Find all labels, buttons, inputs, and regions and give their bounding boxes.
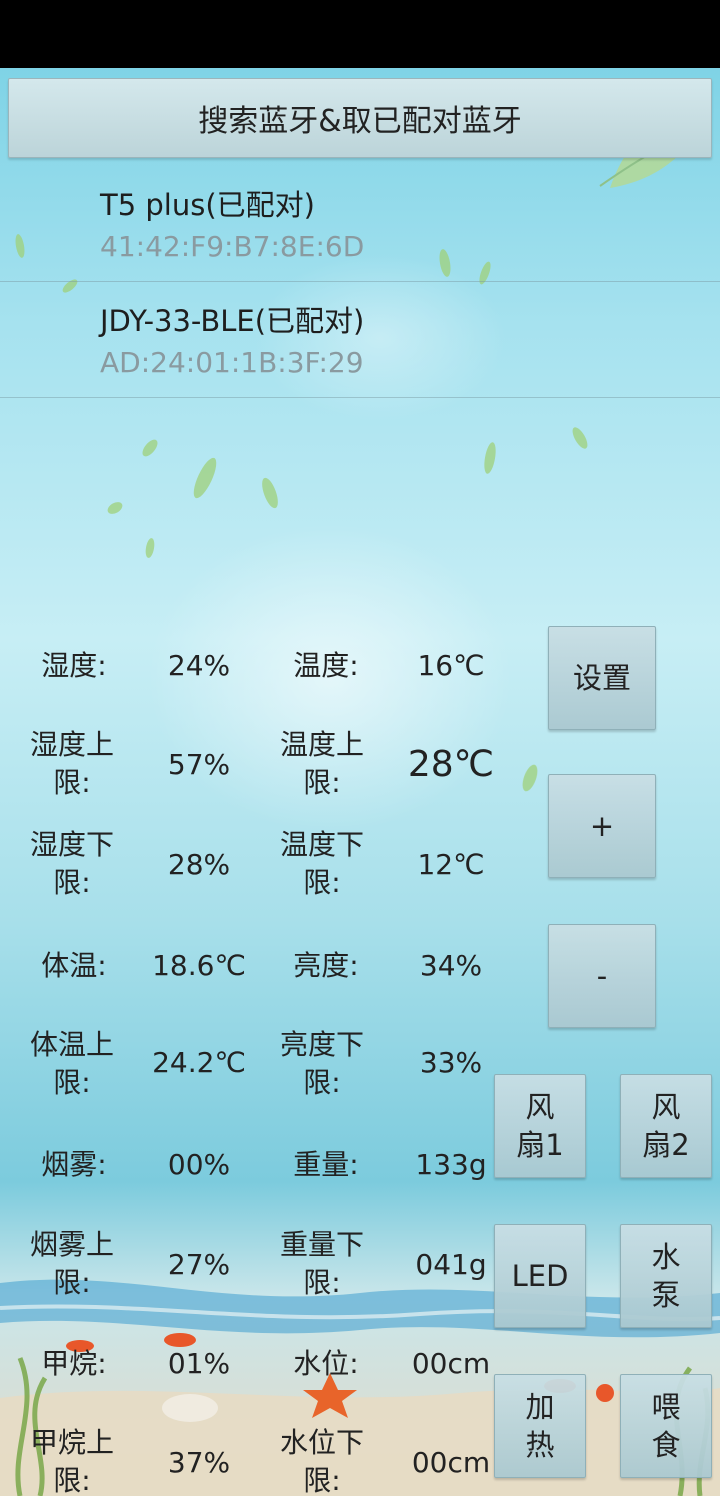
fan2-button[interactable]: 风 扇2: [620, 1074, 712, 1178]
decrease-button[interactable]: -: [548, 924, 656, 1028]
body-temp-upper-label: 体温上 限:: [29, 1028, 114, 1099]
methane-upper-label: 甲烷上 限:: [29, 1426, 114, 1496]
led-button[interactable]: LED: [494, 1224, 586, 1328]
temperature-lower-value: 12℃: [417, 848, 485, 881]
humidity-upper-label: 湿度上 限:: [29, 728, 114, 799]
methane-value: 01%: [167, 1347, 231, 1380]
water-level-value: 00cm: [411, 1347, 491, 1380]
smoke-upper-label: 烟雾上 限:: [29, 1228, 114, 1299]
brightness-lower-label: 亮度下 限:: [279, 1028, 364, 1099]
temperature-upper-value: 28℃: [407, 744, 495, 785]
methane-upper-value: 37%: [167, 1446, 231, 1479]
temperature-value: 16℃: [417, 649, 485, 682]
device-name: JDY-33-BLE(已配对): [100, 304, 365, 338]
humidity-lower-label: 湿度下 限:: [29, 828, 114, 899]
heat-button[interactable]: 加 热: [494, 1374, 586, 1478]
humidity-value: 24%: [167, 649, 231, 682]
humidity-label: 湿度:: [41, 649, 107, 682]
brightness-value: 34%: [419, 949, 483, 982]
humidity-upper-value: 57%: [167, 748, 231, 781]
weight-lower-label: 重量下 限:: [279, 1228, 364, 1299]
methane-label: 甲烷:: [41, 1347, 107, 1380]
weight-lower-value: 041g: [415, 1248, 487, 1281]
pump-button[interactable]: 水 泵: [620, 1224, 712, 1328]
smoke-value: 00%: [167, 1148, 231, 1181]
weight-value: 133g: [415, 1148, 487, 1181]
app-screen: 搜索蓝牙&取已配对蓝牙 T5 plus(已配对) 41:42:F9:B7:8E:…: [0, 68, 720, 1496]
humidity-lower-value: 28%: [167, 848, 231, 881]
temperature-lower-label: 温度下 限:: [279, 828, 364, 899]
body-temp-upper-value: 24.2℃: [152, 1046, 246, 1079]
status-bar: [0, 0, 720, 68]
weight-label: 重量:: [293, 1148, 359, 1181]
fan1-button[interactable]: 风 扇1: [494, 1074, 586, 1178]
shell: [162, 1394, 218, 1422]
body-temp-value: 18.6℃: [152, 949, 246, 982]
device-mac: AD:24:01:1B:3F:29: [100, 346, 364, 379]
device-list-item[interactable]: JDY-33-BLE(已配对) AD:24:01:1B:3F:29: [0, 282, 720, 398]
body-temp-label: 体温:: [41, 949, 107, 982]
device-name: T5 plus(已配对): [100, 188, 315, 222]
water-level-label: 水位:: [293, 1347, 359, 1380]
brightness-lower-value: 33%: [419, 1046, 483, 1079]
search-bluetooth-button[interactable]: 搜索蓝牙&取已配对蓝牙: [8, 78, 712, 158]
smoke-upper-value: 27%: [167, 1248, 231, 1281]
water-level-lower-label: 水位下 限:: [279, 1426, 364, 1496]
device-list-item[interactable]: T5 plus(已配对) 41:42:F9:B7:8E:6D: [0, 166, 720, 282]
brightness-label: 亮度:: [293, 949, 359, 982]
temperature-upper-label: 温度上 限:: [279, 728, 364, 799]
temperature-label: 温度:: [293, 649, 359, 682]
feed-button[interactable]: 喂 食: [620, 1374, 712, 1478]
water-level-lower-value: 00cm: [411, 1446, 491, 1479]
smoke-label: 烟雾:: [41, 1148, 107, 1181]
device-mac: 41:42:F9:B7:8E:6D: [100, 230, 365, 263]
increase-button[interactable]: +: [548, 774, 656, 878]
settings-button[interactable]: 设置: [548, 626, 656, 730]
